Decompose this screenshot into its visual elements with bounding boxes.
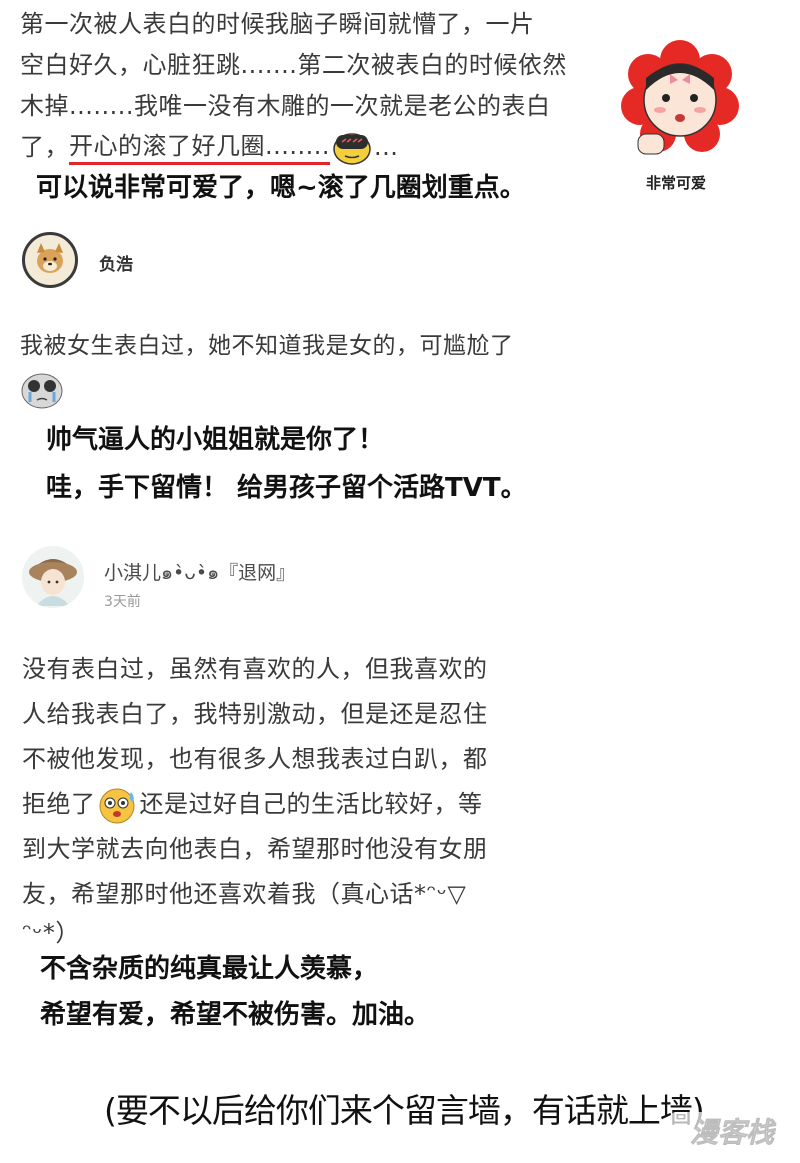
watermark-text: 漫客栈 [690,1117,777,1148]
comment-1-line-4-prefix: 了， [20,133,69,161]
comment-3-timestamp: 3天前 [104,594,141,610]
site-watermark: 漫客栈 [670,1108,794,1154]
comment-2-block [0,226,580,406]
tearful-emoji-icon [20,370,64,410]
comment-3-line-1: 没有表白过，虽然有喜欢的人，但我喜欢的 [22,655,488,683]
embarrassed-emoji-icon [332,131,372,165]
comment-1: 第一次被人表白的时候我脑子瞬间就懵了，一片 空白好久，心脏狂跳.......第二… [20,4,580,168]
comment-1-line-4: 了， 开心的滚了好几圈........ ... [20,127,580,168]
caption-2: 帅气逼人的小姐姐就是你了！ 哇，手下留情！ 给男孩子留个活路TVT。 [46,418,527,510]
shocked-emoji-icon [98,786,138,824]
caption-2-line-1: 帅气逼人的小姐姐就是你了！ [46,425,385,455]
caption-1: 可以说非常可爱了，嗯~滚了几圈划重点。 [36,173,526,203]
user-3-name[interactable]: 小淇儿๑•̀ᴗ•̀๑『退网』 [104,558,295,588]
comment-3-line-5: 到大学就去向他表白，希望那时他没有女朋 [22,835,488,863]
comment-3-line-3: 不被他发现，也有很多人想我表过白趴，都 [22,745,488,773]
comment-3-line-7: ᵔᵕ*） [22,919,80,947]
comment-2-text: 我被女生表白过，她不知道我是女的，可尴尬了 [20,333,514,359]
comment-3: 没有表白过，虽然有喜欢的人，但我喜欢的 人给我表白了，我特别激动，但是还是忍住 … [22,647,582,949]
comment-3-line-4-prefix: 拒绝了 [22,790,96,818]
caption-3: 不含杂质的纯真最让人羡慕， 希望有爱，希望不被伤害。加油。 [40,946,430,1038]
caption-2-line-2: 哇，手下留情！ 给男孩子留个活路TVT。 [46,473,527,503]
footer-note: (要不以后给你们来个留言墙，有话就上墙) [104,1091,705,1130]
comment-1-line-1: 第一次被人表白的时候我脑子瞬间就懵了，一片 [20,10,535,38]
caption-3-line-1: 不含杂质的纯真最让人羡慕， [40,954,379,984]
caption-3-line-2: 希望有爱，希望不被伤害。加油。 [40,1000,431,1030]
comment-3-line-4: 拒绝了 还是过好自己的生活比较好，等 [22,782,582,827]
user-2-name[interactable]: 负浩 [99,250,133,275]
girl-avatar[interactable] [22,546,84,608]
doge-avatar[interactable] [22,232,78,288]
cute-sticker [620,38,740,158]
comment-1-line-4-suffix: ... [374,133,399,161]
sticker-label: 非常可爱 [646,174,707,192]
comment-1-line-3: 木掉........我唯一没有木雕的一次就是老公的表白 [20,92,551,120]
comment-3-line-2: 人给我表白了，我特别激动，但是还是忍住 [22,700,488,728]
comment-3-line-4-suffix: 还是过好自己的生活比较好，等 [139,790,483,818]
comment-3-line-6: 友，希望那时他还喜欢着我（真心话*ᵔᵕ▽ [22,880,467,908]
comment-1-line-2: 空白好久，心脏狂跳.......第二次被表白的时候依然 [20,51,567,79]
highlighted-phrase: 开心的滚了好几圈........ [69,131,331,165]
